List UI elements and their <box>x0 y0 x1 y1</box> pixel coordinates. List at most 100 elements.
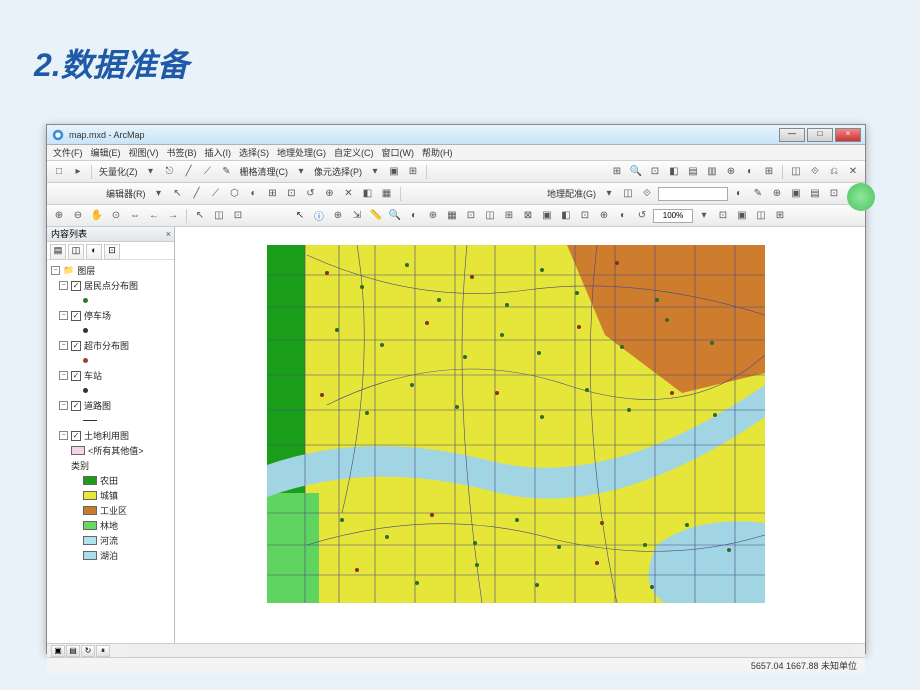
refresh-icon[interactable]: ↻ <box>81 645 95 657</box>
tool-icon[interactable]: ▣ <box>386 164 402 180</box>
tool-icon[interactable]: ⇲ <box>349 208 365 224</box>
open-icon[interactable]: ▸ <box>70 164 86 180</box>
tool-icon[interactable]: ⊡ <box>230 208 246 224</box>
chevron-down-icon[interactable]: ▾ <box>143 164 159 180</box>
zoom-level[interactable]: 100% <box>653 209 693 223</box>
close-button[interactable]: × <box>835 128 861 142</box>
vectorize-dropdown[interactable]: 矢量化(Z) <box>97 165 140 178</box>
search-icon[interactable]: 🔍 <box>628 164 644 180</box>
menu-help[interactable]: 帮助(H) <box>422 146 453 159</box>
layer-checkbox[interactable]: ✓ <box>71 341 81 351</box>
tool-icon[interactable]: ▦ <box>379 186 395 202</box>
menu-selection[interactable]: 选择(S) <box>239 146 269 159</box>
back-icon[interactable]: ← <box>146 208 162 224</box>
data-view-tab[interactable]: ▣ <box>51 645 65 657</box>
menu-insert[interactable]: 插入(I) <box>205 146 232 159</box>
tool-icon[interactable]: ╱ <box>189 186 205 202</box>
chevron-down-icon[interactable]: ▾ <box>601 186 617 202</box>
tool-icon[interactable]: ╱ <box>181 164 197 180</box>
tool-icon[interactable]: ◧ <box>666 164 682 180</box>
scrollbar-track[interactable] <box>128 645 851 657</box>
catalog-icon[interactable]: ⊞ <box>609 164 625 180</box>
layer-checkbox[interactable]: ✓ <box>71 431 81 441</box>
zoom-out-icon[interactable]: ⊖ <box>70 208 86 224</box>
new-document-icon[interactable]: □ <box>51 164 67 180</box>
tree-layer[interactable]: − ✓ 超市分布图 <box>51 338 170 353</box>
tool-icon[interactable]: ⎋ <box>162 164 178 180</box>
tree-root[interactable]: − 📁 图层 <box>51 263 170 278</box>
tool-icon[interactable]: ◐ <box>731 186 747 202</box>
tool-icon[interactable]: ⊞ <box>772 208 788 224</box>
find-icon[interactable]: 🔍 <box>387 208 403 224</box>
tool-icon[interactable]: ◫ <box>788 164 804 180</box>
expander-icon[interactable]: − <box>59 281 68 290</box>
raster-cleanup-dropdown[interactable]: 栅格清理(C) <box>238 165 291 178</box>
layer-checkbox[interactable]: ✓ <box>71 401 81 411</box>
tool-icon[interactable]: ↺ <box>303 186 319 202</box>
expander-icon[interactable]: − <box>59 311 68 320</box>
layout-view-tab[interactable]: ▤ <box>66 645 80 657</box>
pan-icon[interactable]: ✋ <box>89 208 105 224</box>
chevron-down-icon[interactable]: ▾ <box>151 186 167 202</box>
menu-view[interactable]: 视图(V) <box>129 146 159 159</box>
minimize-button[interactable]: — <box>779 128 805 142</box>
menu-customize[interactable]: 自定义(C) <box>334 146 374 159</box>
tool-icon[interactable]: ◐ <box>246 186 262 202</box>
chevron-down-icon[interactable]: ▾ <box>696 208 712 224</box>
tool-icon[interactable]: ✕ <box>845 164 861 180</box>
tool-icon[interactable]: ⊕ <box>330 208 346 224</box>
tool-icon[interactable]: ▦ <box>444 208 460 224</box>
editor-dropdown[interactable]: 编辑器(R) <box>104 187 148 200</box>
tool-icon[interactable]: ⊕ <box>322 186 338 202</box>
tool-icon[interactable]: ⊡ <box>577 208 593 224</box>
tool-icon[interactable]: ⟐ <box>807 164 823 180</box>
tool-icon[interactable]: ⊕ <box>769 186 785 202</box>
toolbox-icon[interactable]: ⊕ <box>723 164 739 180</box>
tool-icon[interactable]: ⊞ <box>265 186 281 202</box>
tree-layer[interactable]: − ✓ 土地利用图 <box>51 428 170 443</box>
tool-icon[interactable]: ✎ <box>750 186 766 202</box>
expander-icon[interactable]: − <box>59 371 68 380</box>
pause-icon[interactable]: ⏸ <box>96 645 110 657</box>
tool-icon[interactable]: ◫ <box>620 186 636 202</box>
georef-dropdown[interactable]: 地理配准(G) <box>545 187 598 200</box>
tool-icon[interactable]: ✕ <box>341 186 357 202</box>
tool-icon[interactable]: ⊡ <box>647 164 663 180</box>
tool-icon[interactable]: ▣ <box>734 208 750 224</box>
tool-icon[interactable]: ◧ <box>360 186 376 202</box>
menu-geoprocessing[interactable]: 地理处理(G) <box>277 146 326 159</box>
toc-tab-selection[interactable]: ⊡ <box>104 244 120 260</box>
expander-icon[interactable]: − <box>59 341 68 350</box>
tree-layer[interactable]: − ✓ 道路图 <box>51 398 170 413</box>
tool-icon[interactable]: ◫ <box>211 208 227 224</box>
tree-layer[interactable]: − ✓ 车站 <box>51 368 170 383</box>
layer-checkbox[interactable]: ✓ <box>71 281 81 291</box>
identify-icon[interactable]: ⓘ <box>311 208 327 224</box>
fixed-zoom-in-icon[interactable]: ⇔ <box>127 208 143 224</box>
tool-icon[interactable]: ▥ <box>704 164 720 180</box>
menu-file[interactable]: 文件(F) <box>53 146 83 159</box>
tool-icon[interactable]: ⊠ <box>520 208 536 224</box>
toc-tab-source[interactable]: ◫ <box>68 244 84 260</box>
tree-layer[interactable]: − ✓ 居民点分布图 <box>51 278 170 293</box>
map-canvas[interactable] <box>267 245 765 603</box>
forward-icon[interactable]: → <box>165 208 181 224</box>
tool-icon[interactable]: ⊞ <box>501 208 517 224</box>
expander-icon[interactable]: − <box>59 401 68 410</box>
tool-icon[interactable]: ▤ <box>807 186 823 202</box>
chevron-down-icon[interactable]: ▾ <box>293 164 309 180</box>
tool-icon[interactable]: ◫ <box>482 208 498 224</box>
measure-icon[interactable]: 📏 <box>368 208 384 224</box>
tool-icon[interactable]: ⊡ <box>463 208 479 224</box>
tool-icon[interactable]: ◫ <box>753 208 769 224</box>
expander-icon[interactable]: − <box>51 266 60 275</box>
map-view[interactable] <box>175 227 865 643</box>
tool-icon[interactable]: ▣ <box>539 208 555 224</box>
tool-icon[interactable]: ⟋ <box>208 186 224 202</box>
tool-icon[interactable]: ◐ <box>615 208 631 224</box>
tool-icon[interactable]: ◐ <box>406 208 422 224</box>
tool-icon[interactable]: ▤ <box>685 164 701 180</box>
full-extent-icon[interactable]: ⊙ <box>108 208 124 224</box>
georef-layer-combo[interactable] <box>658 187 728 201</box>
menu-window[interactable]: 窗口(W) <box>382 146 415 159</box>
